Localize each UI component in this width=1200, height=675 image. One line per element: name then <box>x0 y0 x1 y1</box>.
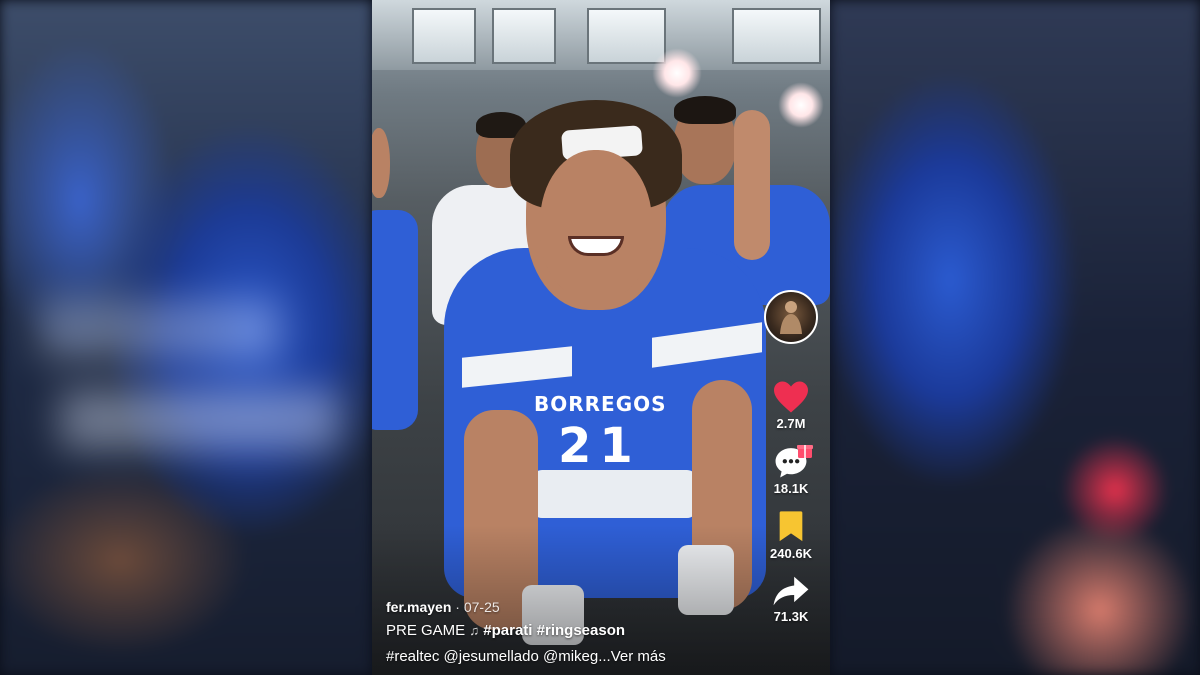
like-count: 2.7M <box>776 416 806 431</box>
post-date-separator: · <box>455 599 464 615</box>
comment-action[interactable]: 18.1K <box>760 445 822 496</box>
comment-count: 18.1K <box>773 481 809 496</box>
username-link[interactable]: fer.mayen <box>386 599 451 615</box>
like-action[interactable]: 2.7M <box>760 380 822 431</box>
bookmark-count: 240.6K <box>770 546 812 561</box>
caption-line-1: PRE GAME ♫ #parati #ringseason <box>386 618 746 644</box>
hashtag-link[interactable]: #ringseason <box>537 622 625 639</box>
bookmark-icon <box>779 511 803 542</box>
hashtag-link[interactable]: #parati <box>483 622 532 639</box>
jersey-team-text: BORREGOS <box>534 392 667 416</box>
blurred-background-right <box>830 0 1200 675</box>
phone-flash-light <box>778 82 824 128</box>
window <box>412 8 476 64</box>
window <box>732 8 821 64</box>
gift-icon <box>797 445 813 458</box>
action-sidebar: 2.7M 18.1K 240.6K 71.3K <box>760 290 822 624</box>
jersey-number: 21 <box>558 418 641 474</box>
bookmark-action[interactable]: 240.6K <box>760 510 822 561</box>
share-icon <box>773 576 809 606</box>
blurred-background-left <box>0 0 372 675</box>
profile-avatar[interactable] <box>764 290 818 344</box>
caption-line-2[interactable]: #realtec @jesumellado @mikeg...Ver más <box>386 644 746 670</box>
author-line: fer.mayen · 07-25 <box>386 596 746 618</box>
person-silhouette-icon <box>780 301 802 334</box>
caption-text: PRE GAME <box>386 622 466 639</box>
window <box>587 8 666 64</box>
phone-flash-light <box>652 48 702 98</box>
music-note-icon: ♫ <box>469 623 480 638</box>
share-count: 71.3K <box>773 609 809 624</box>
heart-icon <box>774 381 808 413</box>
caption-block: fer.mayen · 07-25 PRE GAME ♫ #parati #ri… <box>386 596 746 670</box>
post-date: 07-25 <box>463 599 500 615</box>
window <box>492 8 556 64</box>
video-frame[interactable]: BORREGOS 21 fer.mayen · 07-25 PRE GAME ♫… <box>372 0 830 675</box>
share-action[interactable]: 71.3K <box>760 575 822 624</box>
